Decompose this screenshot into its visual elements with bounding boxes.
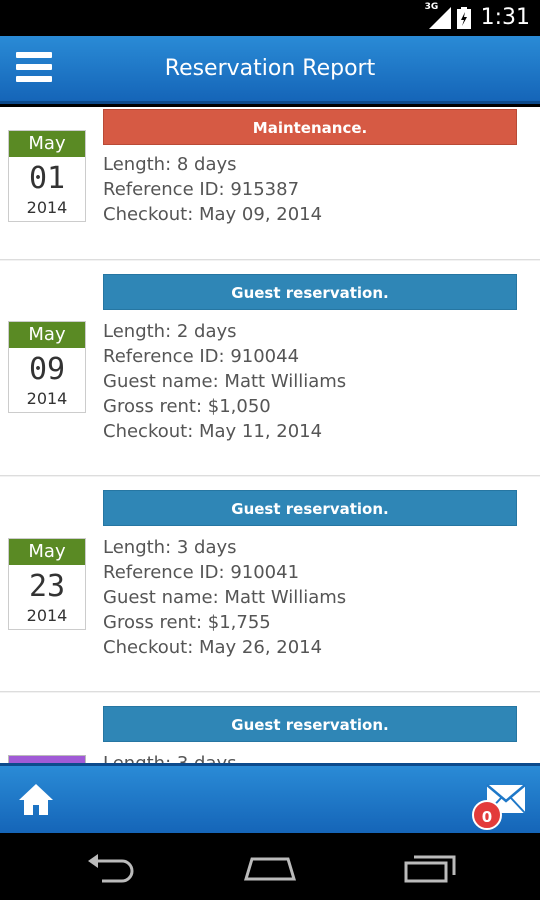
date-badge (8, 755, 86, 763)
date-year: 2014 (26, 606, 68, 625)
date-badge: May 09 2014 (8, 321, 86, 413)
date-month (9, 756, 85, 763)
reservation-item[interactable]: Guest reservation. Length: 3 days (0, 693, 540, 763)
unread-count-badge: 0 (472, 800, 502, 830)
reference-id-text: Reference ID: 910044 (103, 346, 300, 367)
guest-reservation-banner[interactable]: Guest reservation. (103, 490, 517, 526)
recents-icon (404, 855, 456, 883)
date-month: May (9, 322, 85, 348)
date-day: 01 (28, 161, 66, 196)
date-year: 2014 (26, 198, 68, 217)
date-day: 23 (28, 569, 66, 604)
checkout-text: Checkout: May 11, 2014 (103, 421, 323, 442)
network-type: 3G (424, 1, 439, 12)
date-year: 2014 (26, 389, 68, 408)
date-badge: May 01 2014 (8, 130, 86, 222)
nav-back-button[interactable] (82, 851, 142, 883)
status-bar: 3G 1:31 (0, 0, 540, 36)
reservation-details: Length: 8 days Reference ID: 915387 Chec… (103, 152, 523, 227)
back-icon (88, 854, 134, 883)
status-time: 1:31 (480, 5, 530, 30)
checkout-text: Checkout: May 09, 2014 (103, 204, 323, 225)
app-header: Reservation Report (0, 36, 540, 104)
guest-name-text: Guest name: Matt Williams (103, 371, 347, 392)
length-text: Length: 2 days (103, 321, 237, 342)
system-nav-bar (0, 833, 540, 900)
home-outline-icon (243, 857, 297, 881)
maintenance-banner[interactable]: Maintenance. (103, 109, 517, 145)
home-icon (19, 784, 53, 815)
reservation-list[interactable]: May 01 2014 Maintenance. Length: 8 days … (0, 107, 540, 763)
date-badge: May 23 2014 (8, 538, 86, 630)
length-text: Length: 3 days (103, 751, 523, 763)
bottom-toolbar: 0 (0, 763, 540, 833)
reservation-details: Length: 2 days Reference ID: 910044 Gues… (103, 319, 523, 444)
nav-recents-button[interactable] (400, 851, 460, 883)
gross-rent-text: Gross rent: $1,050 (103, 396, 271, 417)
guest-reservation-banner[interactable]: Guest reservation. (103, 274, 517, 310)
reference-id-text: Reference ID: 910041 (103, 562, 300, 583)
guest-name-text: Guest name: Matt Williams (103, 587, 347, 608)
reservation-item[interactable]: May 09 2014 Guest reservation. Length: 2… (0, 261, 540, 476)
reservation-details: Length: 3 days (103, 751, 523, 763)
signal-icon: 3G (425, 2, 451, 29)
gross-rent-text: Gross rent: $1,755 (103, 612, 271, 633)
date-month: May (9, 131, 85, 157)
length-text: Length: 3 days (103, 537, 237, 558)
page-title: Reservation Report (164, 56, 376, 81)
home-button[interactable] (17, 781, 55, 819)
guest-reservation-banner[interactable]: Guest reservation. (103, 706, 517, 742)
date-month: May (9, 539, 85, 565)
nav-home-button[interactable] (240, 851, 300, 883)
reservation-item[interactable]: May 01 2014 Maintenance. Length: 8 days … (0, 107, 540, 260)
length-text: Length: 8 days (103, 154, 237, 175)
date-day: 09 (28, 352, 66, 387)
checkout-text: Checkout: May 26, 2014 (103, 637, 323, 658)
status-icons: 3G 1:31 (425, 2, 530, 31)
battery-icon (456, 6, 471, 29)
reference-id-text: Reference ID: 915387 (103, 179, 300, 200)
reservation-item[interactable]: May 23 2014 Guest reservation. Length: 3… (0, 477, 540, 692)
reservation-details: Length: 3 days Reference ID: 910041 Gues… (103, 535, 523, 660)
